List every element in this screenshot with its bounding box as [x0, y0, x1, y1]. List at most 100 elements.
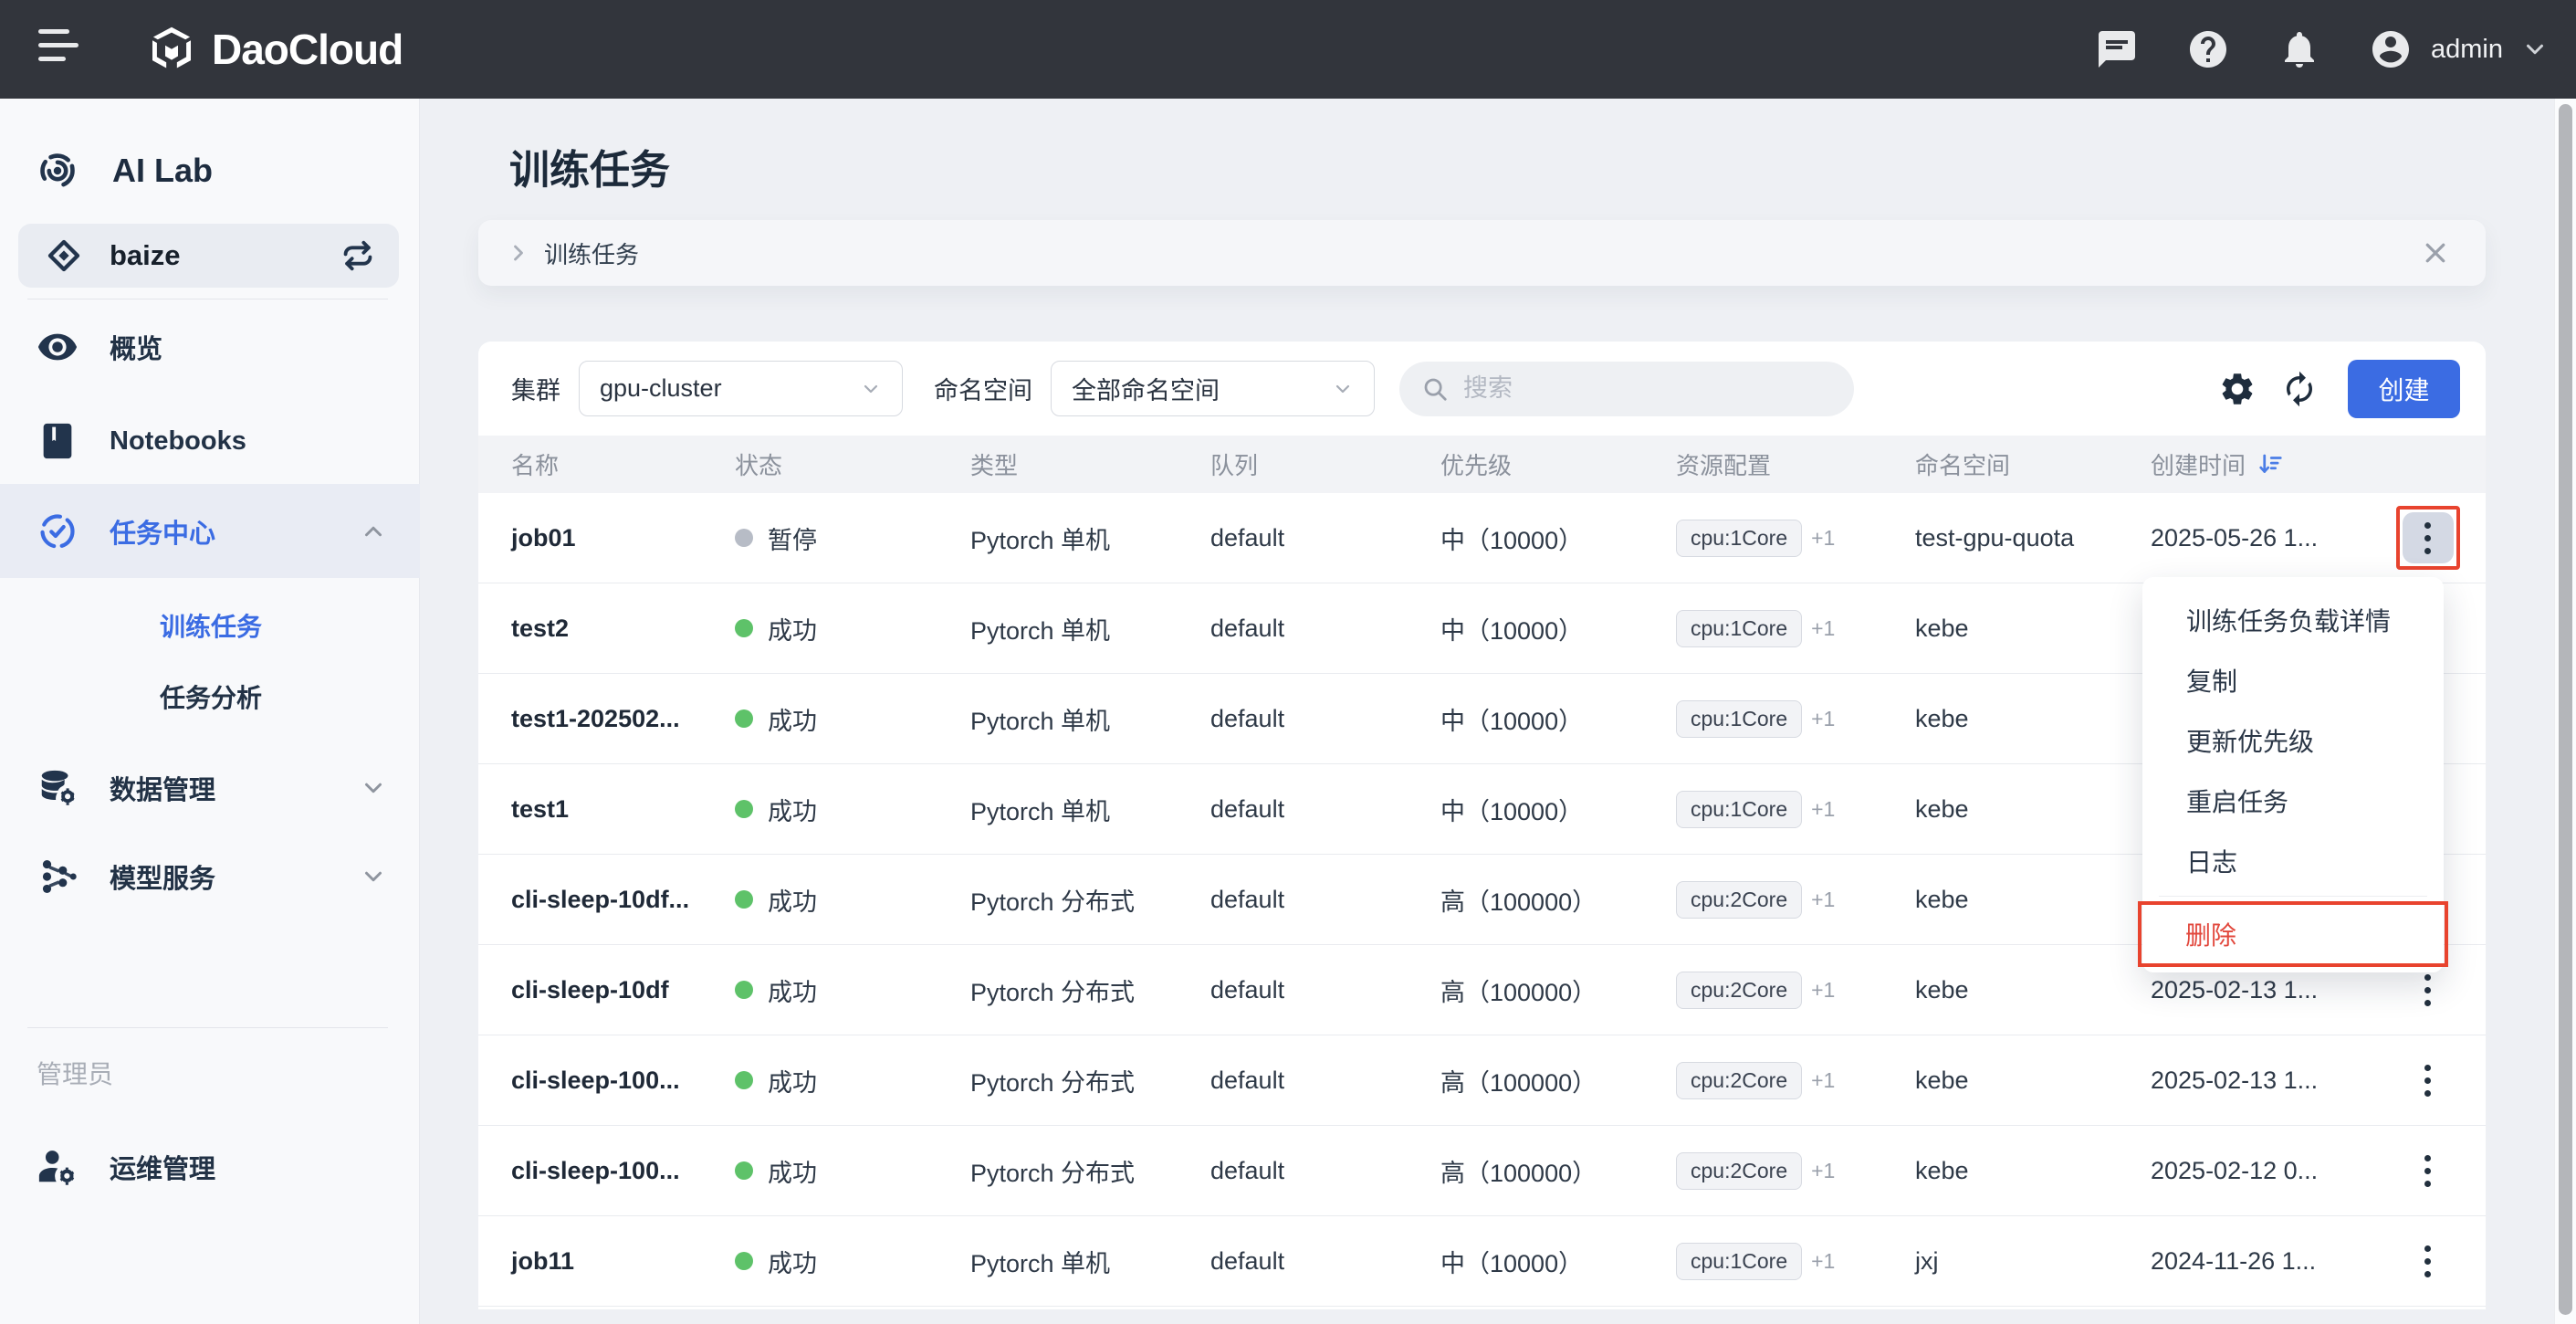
annotation-red-box — [2396, 506, 2460, 570]
resource-chip[interactable]: cpu:1Core — [1676, 610, 1802, 647]
chat-icon[interactable] — [2095, 27, 2139, 71]
job-resources: cpu:1Core +1 — [1676, 1243, 1915, 1280]
sidebar-item-overview[interactable]: 概览 — [0, 310, 420, 384]
menu-item-update-priority[interactable]: 更新优先级 — [2142, 710, 2444, 771]
notifications-bell-icon[interactable] — [2278, 27, 2321, 71]
help-icon[interactable] — [2186, 27, 2230, 71]
kebab-menu-button[interactable] — [2403, 512, 2454, 563]
column-header-namespace: 命名空间 — [1915, 447, 2151, 481]
sidebar-divider — [27, 1027, 388, 1028]
job-name[interactable]: cli-sleep-10df... — [511, 886, 735, 914]
resource-chip[interactable]: cpu:2Core — [1676, 881, 1802, 919]
create-button[interactable]: 创建 — [2348, 360, 2460, 418]
sidebar-item-training-jobs[interactable]: 训练任务 — [0, 589, 420, 662]
annotation-red-box: 删除 — [2138, 901, 2448, 967]
kebab-menu-button[interactable] — [2417, 1238, 2438, 1285]
settings-gear-icon[interactable] — [2218, 370, 2257, 408]
status-dot-icon — [735, 1071, 753, 1089]
chevron-down-icon — [2521, 36, 2549, 63]
job-name[interactable]: job01 — [511, 524, 735, 552]
product-title: AI Lab — [112, 152, 213, 190]
job-priority: 中（10000） — [1440, 611, 1676, 646]
kebab-menu-button[interactable] — [2417, 1057, 2438, 1104]
scrollbar-track[interactable] — [2554, 99, 2576, 1324]
refresh-icon[interactable] — [2280, 370, 2319, 408]
resource-more[interactable]: +1 — [1811, 888, 1835, 911]
sidebar-item-ops-management[interactable]: 运维管理 — [0, 1130, 420, 1203]
model-graph-icon — [37, 856, 79, 898]
sidebar-item-label: 任务中心 — [110, 512, 215, 551]
resource-more[interactable]: +1 — [1811, 1249, 1835, 1273]
job-name[interactable]: test1-202502... — [511, 705, 735, 733]
swap-workspace-icon[interactable] — [340, 238, 375, 273]
resource-chip[interactable]: cpu:1Core — [1676, 1243, 1802, 1280]
resource-chip[interactable]: cpu:1Core — [1676, 700, 1802, 738]
job-queue: default — [1210, 1067, 1440, 1095]
job-name[interactable]: cli-sleep-10df — [511, 976, 735, 1004]
brand[interactable]: DaoCloud — [146, 0, 403, 99]
menu-item-copy[interactable]: 复制 — [2142, 650, 2444, 710]
menu-item-logs[interactable]: 日志 — [2142, 831, 2444, 891]
close-icon[interactable] — [2422, 239, 2449, 267]
cluster-select-value: gpu-cluster — [600, 374, 860, 403]
row-context-menu: 训练任务负载详情 复制 更新优先级 重启任务 日志 删除 — [2142, 577, 2444, 972]
breadcrumb[interactable]: 训练任务 — [544, 236, 639, 270]
job-name[interactable]: cli-sleep-100... — [511, 1157, 735, 1185]
resource-chip[interactable]: cpu:2Core — [1676, 972, 1802, 1009]
resource-more[interactable]: +1 — [1811, 797, 1835, 821]
job-name[interactable]: test1 — [511, 795, 735, 824]
job-created-time: 2025-02-12 0... — [2151, 1157, 2370, 1185]
job-namespace: test-gpu-quota — [1915, 524, 2151, 552]
cluster-select[interactable]: gpu-cluster — [579, 361, 903, 416]
job-queue: default — [1210, 976, 1440, 1004]
job-created-time: 2024-11-26 1... — [2151, 1247, 2370, 1276]
menu-item-delete[interactable]: 删除 — [2141, 905, 2445, 963]
resource-chip[interactable]: cpu:1Core — [1676, 520, 1802, 557]
menu-item-restart-job[interactable]: 重启任务 — [2142, 771, 2444, 831]
cluster-label: 集群 — [511, 371, 560, 406]
sort-descending-icon[interactable] — [2257, 451, 2284, 478]
status-dot-icon — [735, 1161, 753, 1180]
search-input[interactable] — [1463, 374, 1810, 403]
sidebar-item-task-center[interactable]: 任务中心 — [0, 484, 420, 578]
resource-chip[interactable]: cpu:1Core — [1676, 791, 1802, 828]
hamburger-menu-icon[interactable] — [38, 29, 93, 69]
book-icon — [37, 420, 79, 462]
menu-item-workload-detail[interactable]: 训练任务负载详情 — [2142, 590, 2444, 650]
job-name[interactable]: test2 — [511, 615, 735, 643]
resource-more[interactable]: +1 — [1811, 1068, 1835, 1092]
job-status: 成功 — [735, 701, 970, 737]
job-status: 成功 — [735, 1244, 970, 1279]
job-name[interactable]: cli-sleep-100... — [511, 1067, 735, 1095]
ai-lab-logo-icon — [37, 150, 79, 192]
column-header-queue: 队列 — [1210, 447, 1440, 481]
workspace-name: baize — [110, 239, 181, 272]
sidebar-item-model-service[interactable]: 模型服务 — [0, 840, 420, 913]
workspace-selector[interactable]: baize — [18, 224, 399, 288]
resource-chip[interactable]: cpu:2Core — [1676, 1152, 1802, 1190]
kebab-menu-button[interactable] — [2417, 967, 2438, 1014]
status-text: 成功 — [768, 1063, 817, 1098]
table-row: job01 暂停 Pytorch 单机 default 中（10000） cpu… — [478, 493, 2486, 583]
sidebar-item-data-management[interactable]: 数据管理 — [0, 751, 420, 825]
resource-more[interactable]: +1 — [1811, 526, 1835, 550]
job-type: Pytorch 分布式 — [970, 972, 1210, 1008]
table-row: cli-sleep-100... 成功 Pytorch 分布式 default … — [478, 1035, 2486, 1126]
resource-more[interactable]: +1 — [1811, 707, 1835, 730]
user-menu[interactable]: admin — [2369, 27, 2549, 71]
resource-more[interactable]: +1 — [1811, 978, 1835, 1002]
namespace-select[interactable]: 全部命名空间 — [1051, 361, 1375, 416]
sidebar-item-label: 运维管理 — [110, 1148, 215, 1186]
sidebar-item-notebooks[interactable]: Notebooks — [0, 405, 420, 478]
resource-chip[interactable]: cpu:2Core — [1676, 1062, 1802, 1099]
kebab-menu-button[interactable] — [2417, 1148, 2438, 1194]
sidebar-item-job-analysis[interactable]: 任务分析 — [0, 660, 420, 733]
resource-more[interactable]: +1 — [1811, 616, 1835, 640]
status-dot-icon — [735, 1252, 753, 1270]
job-name[interactable]: job11 — [511, 1247, 735, 1276]
table-row: cli-sleep-100... 成功 Pytorch 分布式 default … — [478, 1126, 2486, 1216]
job-status: 成功 — [735, 611, 970, 646]
job-queue: default — [1210, 1157, 1440, 1185]
resource-more[interactable]: +1 — [1811, 1159, 1835, 1182]
scrollbar-thumb[interactable] — [2559, 104, 2572, 1315]
